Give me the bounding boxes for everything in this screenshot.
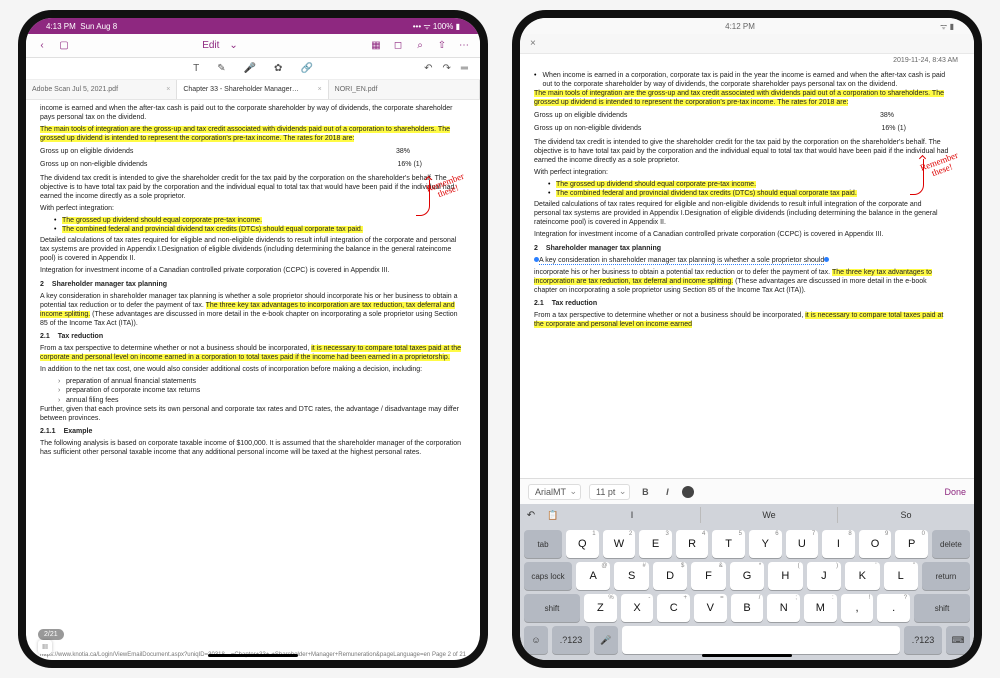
clipboard-icon[interactable]: 📋 — [542, 510, 564, 521]
panel-icon[interactable]: ▢ — [58, 40, 70, 52]
key-delete[interactable]: delete — [932, 530, 970, 558]
tab-0[interactable]: Adobe Scan Jul 5, 2021.pdf× — [26, 80, 177, 99]
signature-tool-icon[interactable]: ✎ — [217, 63, 225, 74]
document-body[interactable]: •When income is earned in a corporation,… — [520, 67, 974, 478]
undo-icon[interactable]: ↶ — [424, 63, 432, 74]
done-button[interactable]: Done — [944, 487, 966, 497]
chevron-down-icon[interactable]: ⌄ — [229, 40, 237, 51]
size-dropdown[interactable]: 11 pt — [589, 484, 630, 500]
key-numeric[interactable]: .?123 — [552, 626, 590, 654]
edit-toolbar: T ✎ 🎤 ✿ 🔗 ↶ ↷ ═ — [26, 58, 480, 80]
key-hide-keyboard[interactable]: ⌨ — [946, 626, 970, 654]
close-icon[interactable]: × — [318, 86, 322, 93]
close-icon[interactable]: × — [166, 86, 170, 93]
selected-text[interactable]: A key consideration in shareholder manag… — [534, 256, 950, 265]
font-dropdown[interactable]: ArialMT — [528, 484, 581, 500]
key-shift[interactable]: shift — [914, 594, 970, 622]
document-body[interactable]: income is earned and when the after-tax … — [26, 100, 480, 650]
back-icon[interactable]: ‹ — [36, 40, 48, 52]
main-toolbar: ‹ ▢ Edit ⌄ ▦ ◻ ⌕ ⇧ ⋯ — [26, 34, 480, 58]
edit-label[interactable]: Edit — [202, 40, 219, 51]
text-tool-icon[interactable]: T — [193, 63, 199, 74]
status-bar: 4:13 PM Sun Aug 8 ••• ᯤ 100% ▮ — [26, 18, 480, 34]
redo-icon[interactable]: ↷ — [443, 63, 451, 74]
prediction[interactable]: So — [837, 507, 974, 523]
close-icon[interactable]: × — [530, 38, 536, 49]
mic-tool-icon[interactable]: 🎤 — [244, 63, 256, 74]
grid-icon[interactable]: ▦ — [370, 40, 382, 52]
key-emoji[interactable]: ☺ — [524, 626, 548, 654]
right-ipad: 4:12 PMᯤ ▮ × 2019-11-24, 8:43 AM •When i… — [512, 10, 982, 668]
bold-button[interactable]: B — [638, 487, 652, 497]
status-bar: 4:12 PMᯤ ▮ — [520, 18, 974, 34]
tab-1[interactable]: Chapter 33 - Shareholder Manager…× — [177, 80, 328, 99]
keyboard: ↶ 📋 I We So tab Q1 W2 E3 R4 T5 Y6 U7 I8 — [520, 504, 974, 660]
window-bar: × — [520, 34, 974, 54]
share-icon[interactable]: ⇧ — [436, 40, 448, 52]
key-mic[interactable]: 🎤 — [594, 626, 618, 654]
key-capslock[interactable]: caps lock — [524, 562, 572, 590]
key-shift[interactable]: shift — [524, 594, 580, 622]
nav-button[interactable]: III — [38, 640, 52, 654]
prediction[interactable]: I — [564, 507, 700, 523]
close-toolbar-icon[interactable]: ═ — [461, 63, 468, 74]
home-indicator[interactable] — [208, 654, 298, 657]
page-indicator[interactable]: 2/21 — [38, 629, 64, 640]
undo-icon[interactable]: ↶ — [520, 510, 542, 521]
stamp-tool-icon[interactable]: ✿ — [274, 63, 282, 74]
text-format-bar: ArialMT 11 pt B I Done — [520, 478, 974, 504]
italic-button[interactable]: I — [660, 487, 674, 497]
key-tab[interactable]: tab — [524, 530, 562, 558]
more-icon[interactable]: ⋯ — [458, 40, 470, 52]
highlighted-text: The main tools of integration are the gr… — [40, 126, 450, 142]
paragraph: income is earned and when the after-tax … — [40, 104, 466, 122]
key-numeric[interactable]: .?123 — [904, 626, 942, 654]
prediction[interactable]: We — [700, 507, 837, 523]
tab-strip: Adobe Scan Jul 5, 2021.pdf× Chapter 33 -… — [26, 80, 480, 100]
color-swatch[interactable] — [682, 486, 694, 498]
link-tool-icon[interactable]: 🔗 — [300, 63, 312, 74]
key-space[interactable] — [622, 626, 900, 654]
bookmark-icon[interactable]: ◻ — [392, 40, 404, 52]
search-icon[interactable]: ⌕ — [414, 40, 426, 52]
tab-2[interactable]: NORI_EN.pdf — [329, 80, 480, 99]
timestamp: 2019-11-24, 8:43 AM — [520, 54, 974, 67]
left-ipad: 4:13 PM Sun Aug 8 ••• ᯤ 100% ▮ ‹ ▢ Edit … — [18, 10, 488, 668]
key-return[interactable]: return — [922, 562, 970, 590]
home-indicator[interactable] — [702, 654, 792, 657]
